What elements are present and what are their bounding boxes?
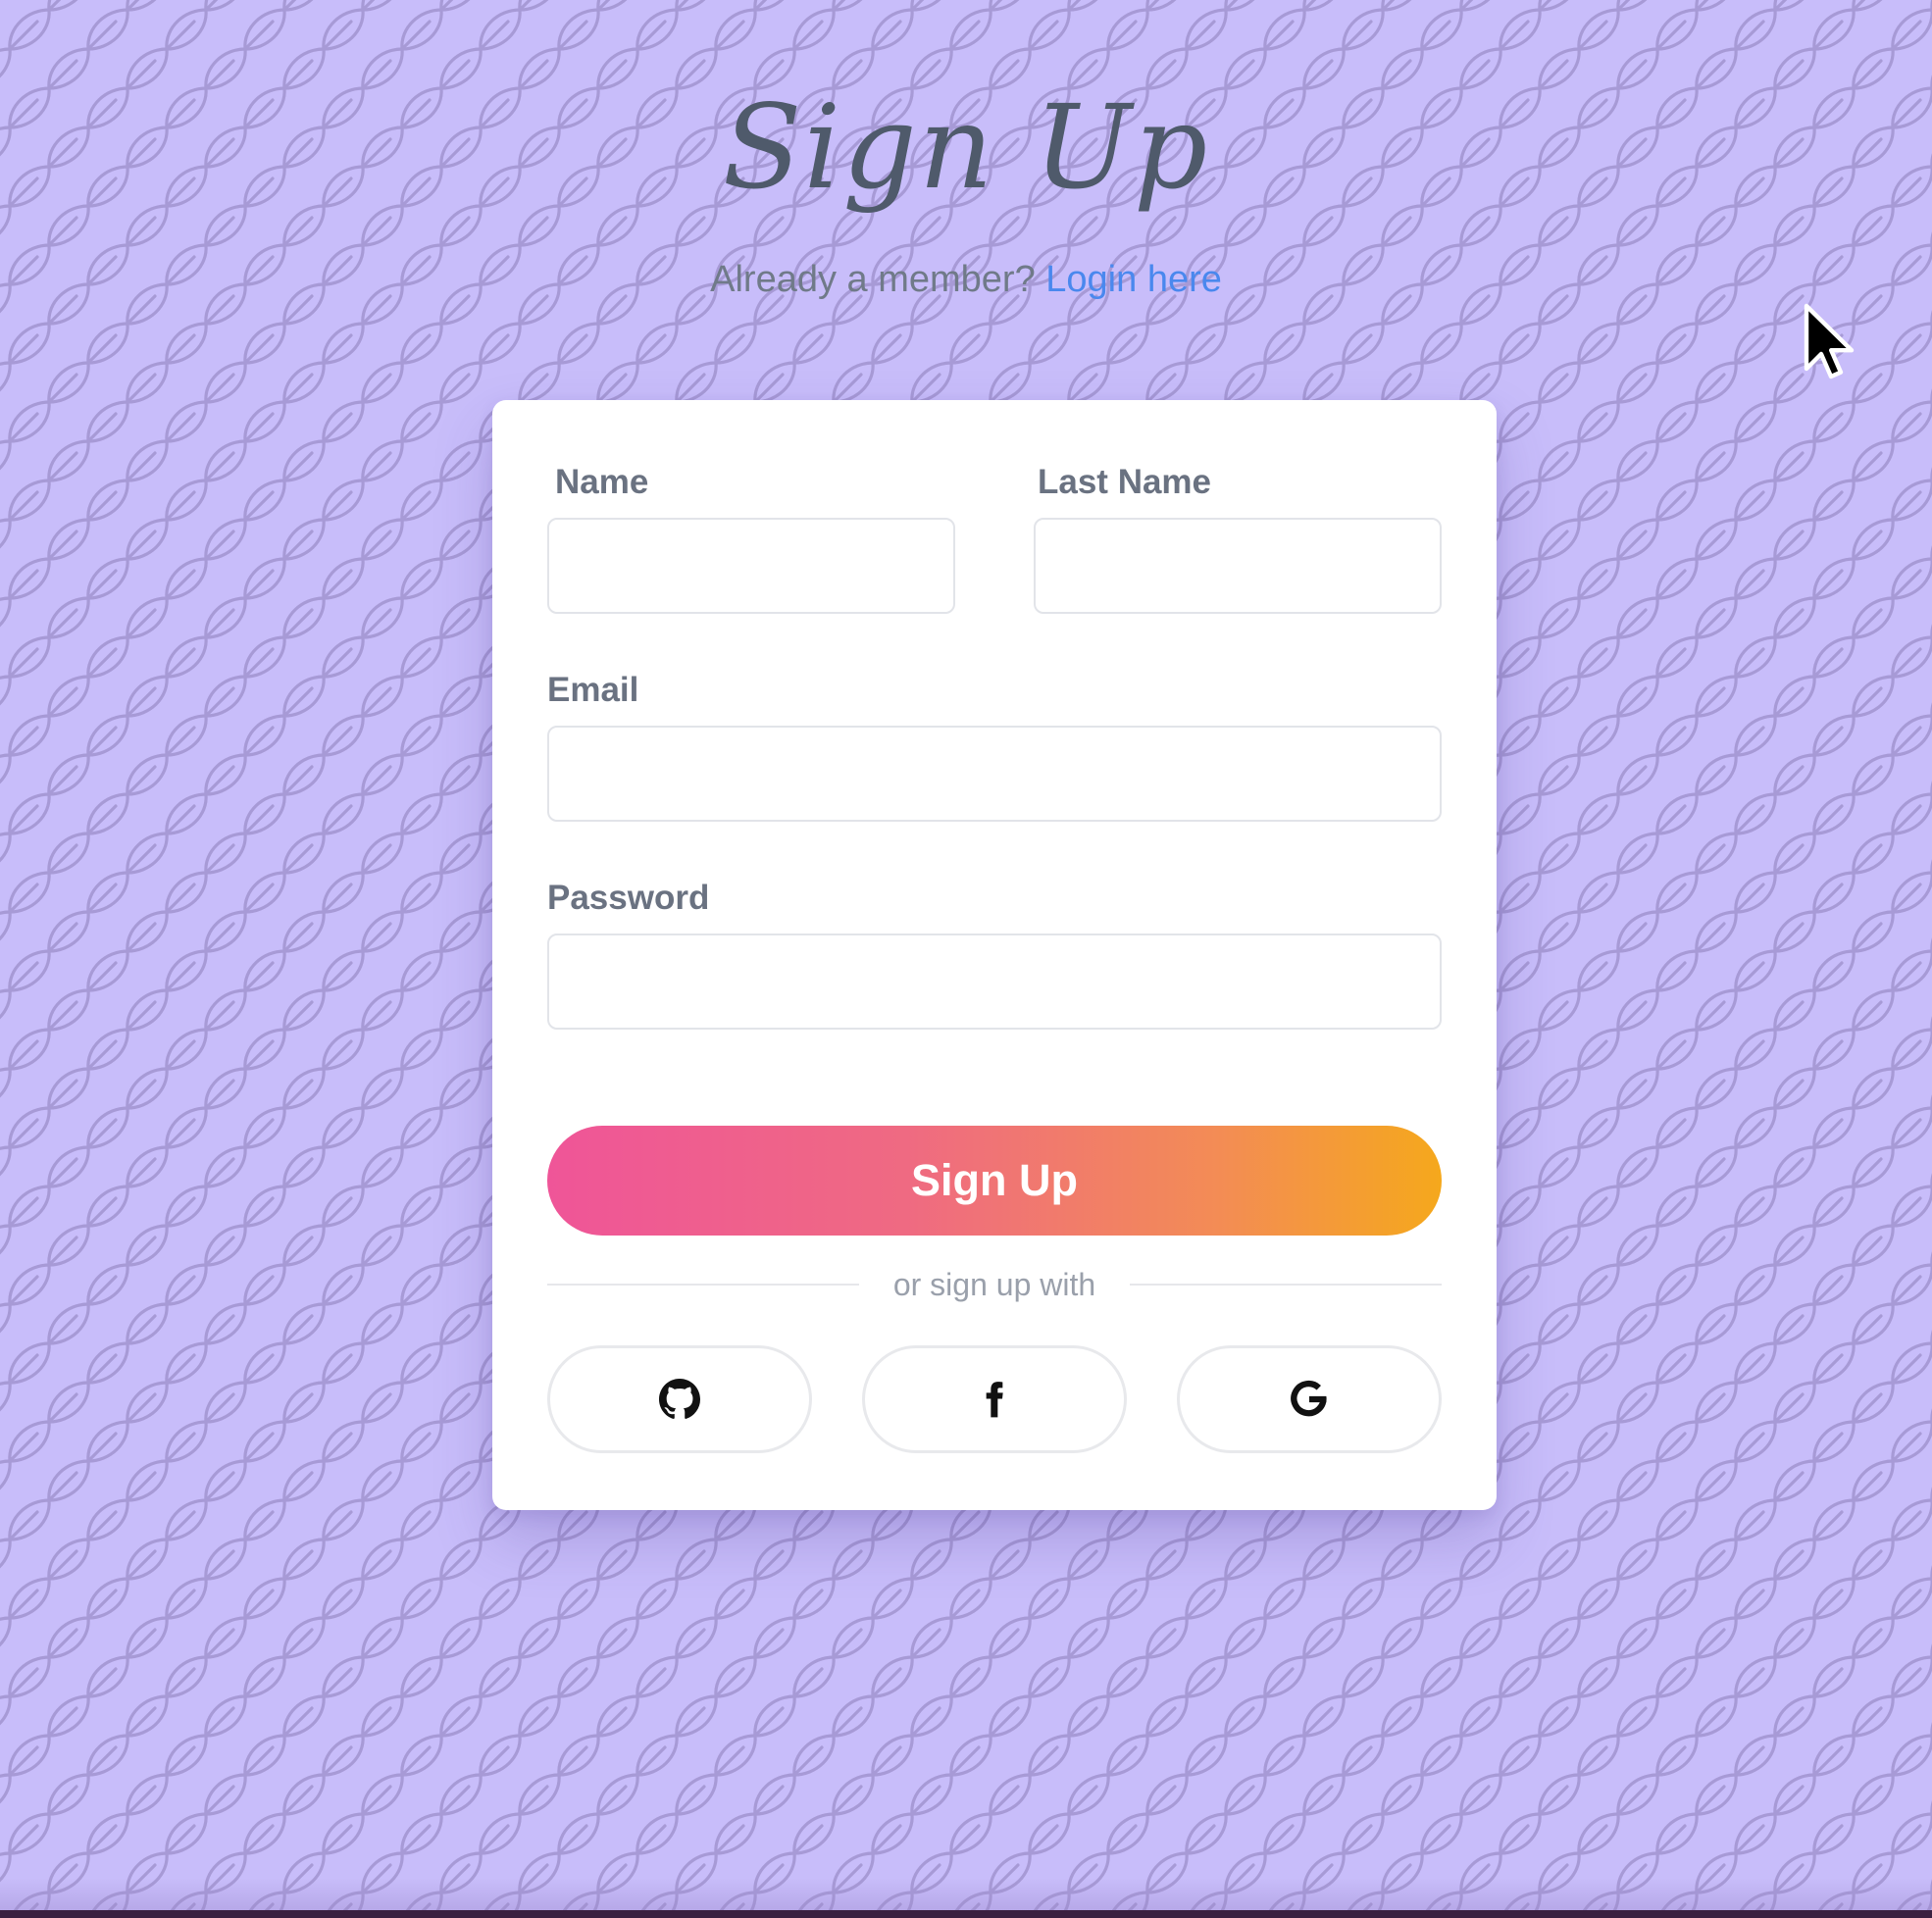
facebook-icon [986,1382,1003,1418]
password-input[interactable] [547,934,1442,1030]
github-icon [659,1379,700,1419]
mouse-pointer-icon [1804,303,1855,379]
name-label: Name [555,463,649,501]
facebook-signup-button[interactable] [862,1345,1127,1453]
bottom-shade [0,1878,1932,1910]
signup-card: Name Last Name Email Password Sign Up or… [492,400,1497,1510]
sign-up-button[interactable]: Sign Up [547,1126,1442,1236]
login-link[interactable]: Login here [1045,259,1222,300]
google-icon [1291,1381,1327,1417]
name-input[interactable] [547,518,955,614]
google-signup-button[interactable] [1177,1345,1442,1453]
member-prompt-text: Already a member? [710,259,1036,300]
github-signup-button[interactable] [547,1345,812,1453]
password-label: Password [547,879,710,917]
last-name-input[interactable] [1034,518,1442,614]
last-name-label: Last Name [1038,463,1212,501]
email-label: Email [547,671,639,709]
member-prompt-line: Already a member? Login here [0,255,1932,304]
bottom-edge-bar [0,1910,1932,1918]
email-input[interactable] [547,726,1442,822]
divider-text: or sign up with [892,1267,1096,1302]
page-title: Sign Up [722,79,1210,215]
